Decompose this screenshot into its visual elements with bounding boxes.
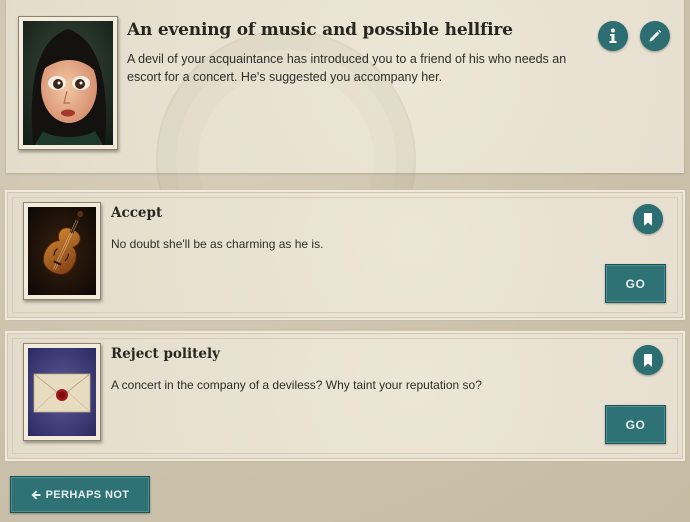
bookmark-button[interactable] [633, 345, 663, 375]
storylet-description: A devil of your acquaintance has introdu… [127, 52, 567, 84]
branch-image [23, 343, 101, 441]
bookmark-button[interactable] [633, 204, 663, 234]
go-button[interactable]: GO [605, 264, 666, 303]
storylet-panel: An evening of music and possible hellfir… [6, 0, 684, 290]
edit-button[interactable] [640, 21, 670, 51]
arrow-left-icon [31, 490, 41, 499]
branch-description: No doubt she'll be as charming as he is. [111, 237, 324, 251]
branch-accept: Accept No doubt she'll be as charming as… [7, 192, 683, 318]
branch-title: Accept [111, 205, 163, 221]
woman-portrait-art [23, 21, 113, 145]
branch-description: A concert in the company of a deviless? … [111, 378, 482, 392]
storylet-title: An evening of music and possible hellfir… [127, 20, 513, 40]
branch-title: Reject politely [111, 346, 220, 362]
back-button-label: PERHAPS NOT [45, 488, 130, 501]
branch-reject-politely: Reject politely A concert in the company… [7, 333, 683, 459]
violin-art [28, 207, 96, 295]
branch-image [23, 202, 101, 300]
go-button[interactable]: GO [605, 405, 666, 444]
info-button[interactable] [598, 21, 628, 51]
info-icon [609, 28, 617, 43]
pencil-icon [649, 29, 662, 42]
perhaps-not-button[interactable]: PERHAPS NOT [10, 476, 150, 513]
envelope-art [28, 348, 96, 436]
storylet-image [18, 16, 118, 150]
bookmark-icon [644, 353, 652, 367]
bookmark-icon [644, 212, 652, 226]
